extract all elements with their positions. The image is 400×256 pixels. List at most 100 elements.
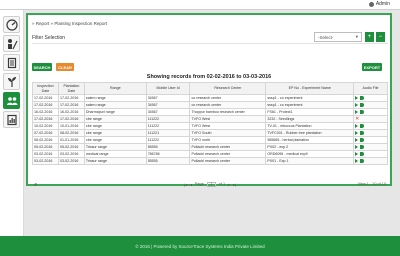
audio-cell: ✕ (353, 115, 388, 123)
no-audio-icon: ✕ (355, 115, 360, 122)
table-cell: 03-02-2016 (57, 157, 85, 165)
table-cell: 34567 (145, 108, 191, 116)
nav-reports[interactable] (3, 111, 20, 128)
nav-dashboard[interactable] (3, 16, 20, 33)
first-page-icon[interactable]: |◂ (184, 182, 187, 187)
table-cell: TVFC001 - Rubber tree plantation (265, 129, 355, 137)
speedometer-icon (5, 18, 18, 31)
nav-farm[interactable] (3, 35, 20, 52)
table-cell: TV-01 - mboccus Plantation (265, 122, 355, 130)
table-row[interactable]: 05-02-2016 05-02-2016 Trissur range 55555 Po… (32, 143, 388, 151)
remove-filter-button[interactable]: − (376, 32, 385, 42)
table-cell: 17-02-2016 (32, 115, 59, 123)
filter-divider (32, 43, 388, 44)
users-icon (6, 96, 17, 105)
table-row[interactable]: 07-02-2016 08-02-2016 cbe range 111221 TVFO … (32, 129, 388, 137)
table-cell: Pollachi research center (189, 143, 267, 151)
play-icon[interactable] (355, 96, 359, 100)
speaker-icon[interactable] (360, 103, 365, 107)
report-icon (6, 114, 17, 125)
table-cell: cbe range (83, 136, 147, 144)
table-cell: 3232 - Seedlings (265, 115, 355, 123)
col-range[interactable]: Range (83, 82, 147, 95)
table-row[interactable]: 03-02-2016 03-02-2016 Trissur range 55555 Po… (32, 157, 388, 165)
nav-users[interactable] (3, 92, 20, 109)
search-button[interactable]: SEARCH (32, 63, 52, 71)
col-experiment[interactable]: EP No - Experiment Name (265, 82, 355, 95)
prev-page-icon[interactable]: ◂ (190, 182, 192, 187)
page-input[interactable]: 1 (206, 181, 216, 187)
audio-cell (353, 157, 388, 165)
play-icon[interactable] (355, 145, 359, 149)
audio-cell (353, 150, 388, 158)
nav-documents[interactable] (3, 54, 20, 71)
table-cell: sssp1 - co experiment (265, 94, 355, 102)
table-cell: FS61 - Protect1 (265, 108, 355, 116)
report-panel: » Report » Planting Inspection Report Fi… (26, 13, 392, 188)
table-cell: 05-02-2016 (32, 143, 59, 151)
export-button[interactable]: EXPORT (362, 63, 382, 71)
table-cell: 01-01-2016 (57, 136, 85, 144)
table-cell: 985665 - herbal plantation (265, 136, 355, 144)
table-cell: cbe range (83, 129, 147, 137)
table-row[interactable]: 08-02-2016 01-01-2016 cbe range 111222 TVFO … (32, 136, 388, 144)
table-row[interactable]: 16-02-2016 16-02-2016 Dharmapuri range 3456… (32, 108, 388, 116)
table-cell: salem range (83, 94, 147, 102)
table-cell: 111222 (145, 115, 191, 123)
nav-planting[interactable] (3, 73, 20, 90)
clear-button[interactable]: CLEAR (56, 63, 74, 71)
audio-cell (353, 122, 388, 130)
play-icon[interactable] (355, 124, 359, 128)
plant-icon (7, 76, 16, 87)
user-menu[interactable]: Admin (368, 1, 390, 7)
table-row[interactable]: 17-02-2016 17-02-2016 salem range 34567 co r… (32, 94, 388, 102)
play-icon[interactable] (355, 152, 359, 156)
filter-select[interactable]: -Select- ▾ (314, 32, 362, 42)
table-cell: TVFO north (189, 136, 267, 144)
table-cell: 111221 (145, 129, 191, 137)
pager: ⚙ |◂ ◂ Page 1 of 1 ▸ ▸| View 1 - 10 of 1… (32, 180, 388, 188)
breadcrumb-report[interactable]: Report (36, 21, 50, 26)
table-row[interactable]: 03-02-2016 03-02-2016 medical range 786786 P… (32, 150, 388, 158)
speaker-icon[interactable] (360, 159, 365, 163)
table-cell: Pollachi research center (189, 157, 267, 165)
table-cell: Pollachi research center (189, 150, 267, 158)
speaker-icon[interactable] (360, 152, 365, 156)
speaker-icon[interactable] (360, 131, 365, 135)
col-research-center[interactable]: Research Center (189, 82, 267, 95)
col-mobile-user-id[interactable]: Mobile User Id (145, 82, 191, 95)
play-icon[interactable] (355, 131, 359, 135)
last-page-icon[interactable]: ▸| (233, 182, 236, 187)
col-audio-file[interactable]: Audio File (353, 82, 388, 95)
breadcrumb-sep-1: » (32, 21, 35, 26)
table-cell: 34567 (145, 94, 191, 102)
play-icon[interactable] (355, 138, 359, 142)
table-cell: medical range (83, 150, 147, 158)
table-cell: TVFO West (189, 122, 267, 130)
speaker-icon[interactable] (360, 110, 365, 114)
speaker-icon[interactable] (360, 138, 365, 142)
breadcrumb: » Report » Planting Inspection Report (32, 21, 107, 26)
col-inspection-date[interactable]: Inspection Date (32, 82, 59, 95)
play-icon[interactable] (355, 110, 359, 114)
table-row[interactable]: 17-02-2016 17-02-2016 cbe range 111222 TVFO … (32, 115, 388, 123)
footer: © 2016 | Powered by SourceTrace Systems … (0, 236, 400, 256)
speaker-icon[interactable] (360, 96, 365, 100)
speaker-icon[interactable] (360, 145, 365, 149)
add-filter-button[interactable]: + (365, 32, 374, 42)
play-icon[interactable] (355, 159, 359, 163)
table-cell: TVFO South (189, 129, 267, 137)
table-cell: Thoppur bamboo research center (189, 108, 267, 116)
speaker-icon[interactable] (360, 124, 365, 128)
play-icon[interactable] (355, 103, 359, 107)
next-page-icon[interactable]: ▸ (228, 182, 230, 187)
table-cell: 16-02-2016 (32, 108, 59, 116)
gear-icon[interactable]: ⚙ (34, 182, 37, 187)
table-row[interactable]: 10-02-2016 10-01-2016 cbe range 111222 TVFO … (32, 122, 388, 130)
audio-cell (353, 136, 388, 144)
table-row[interactable]: 17-02-2016 17-02-2016 salem range 34567 co r… (32, 101, 388, 109)
table-cell: 10-01-2016 (57, 122, 85, 130)
filter-selection-label: Filter Selection (32, 35, 66, 41)
col-plantation-date[interactable]: Plantation Date (57, 82, 85, 95)
table-cell: 17-02-2016 (32, 94, 59, 102)
